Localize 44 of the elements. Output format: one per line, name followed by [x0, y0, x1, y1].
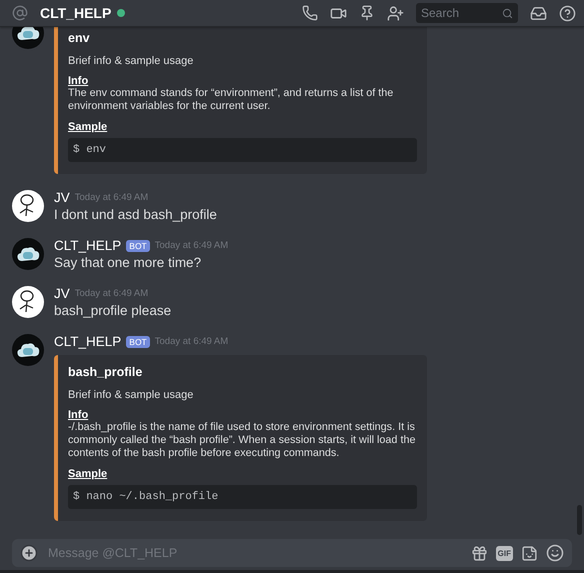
code-block: $ env [68, 138, 417, 162]
author-name[interactable]: JV [54, 286, 70, 301]
add-user-icon[interactable] [387, 4, 404, 22]
gif-button[interactable]: GIF [496, 546, 513, 560]
field-heading: Sample [68, 468, 108, 480]
author-name[interactable]: JV [54, 190, 70, 205]
help-icon[interactable] [559, 4, 576, 22]
message-text: Say that one more time? [54, 255, 202, 270]
plus-icon[interactable] [20, 544, 38, 562]
author-name[interactable]: CLT_HELP [54, 334, 122, 349]
embed-title: env [68, 31, 91, 45]
search-icon [502, 8, 513, 18]
sticker-icon[interactable] [521, 544, 538, 562]
field-text: The env command stands for “environment”, and returns a list of the environment variables for the current user. [68, 87, 394, 113]
timestamp: Today at 6:49 AM [74, 288, 148, 299]
bot-tag: BOT [126, 240, 150, 252]
cloud-avatar [12, 238, 44, 270]
figure-avatar [12, 190, 44, 222]
timestamp: Today at 6:49 AM [154, 336, 228, 347]
field-heading: Info [68, 75, 90, 87]
bot-tag: BOT [126, 336, 150, 348]
search-field[interactable]: Search [416, 3, 518, 23]
embed-title: bash_profile [68, 365, 144, 379]
at-icon [12, 5, 28, 21]
scrollbar-thumb[interactable] [577, 505, 582, 535]
gift-icon[interactable] [470, 544, 488, 562]
figure-avatar [12, 286, 44, 318]
phone-icon[interactable] [302, 5, 318, 21]
code-block: $ nano ~/.bash_profile [68, 485, 417, 509]
channel-name: CLT_HELP [40, 5, 112, 21]
smile-icon[interactable] [546, 544, 564, 562]
pin-icon[interactable] [359, 5, 375, 21]
field-text: -/.bash_profile is the name of file used to store environment settings. It is commonly called the “bash profile”. When a session starts, it will load the contents of the bash profile before executing commands. [68, 421, 416, 460]
field-heading: Info [68, 409, 90, 421]
field-heading: Sample [68, 121, 108, 133]
embed-description: Brief info & sample usage [68, 55, 194, 67]
message-text: I dont und asd bash_profile [54, 207, 217, 222]
cloud-avatar [12, 334, 44, 366]
timestamp: Today at 6:49 AM [74, 192, 148, 203]
inbox-icon[interactable] [530, 4, 547, 22]
embed-description: Brief info & sample usage [68, 389, 194, 401]
timestamp: Today at 6:49 AM [154, 240, 228, 251]
message-text: bash_profile please [54, 303, 172, 318]
author-name[interactable]: CLT_HELP [54, 238, 122, 253]
